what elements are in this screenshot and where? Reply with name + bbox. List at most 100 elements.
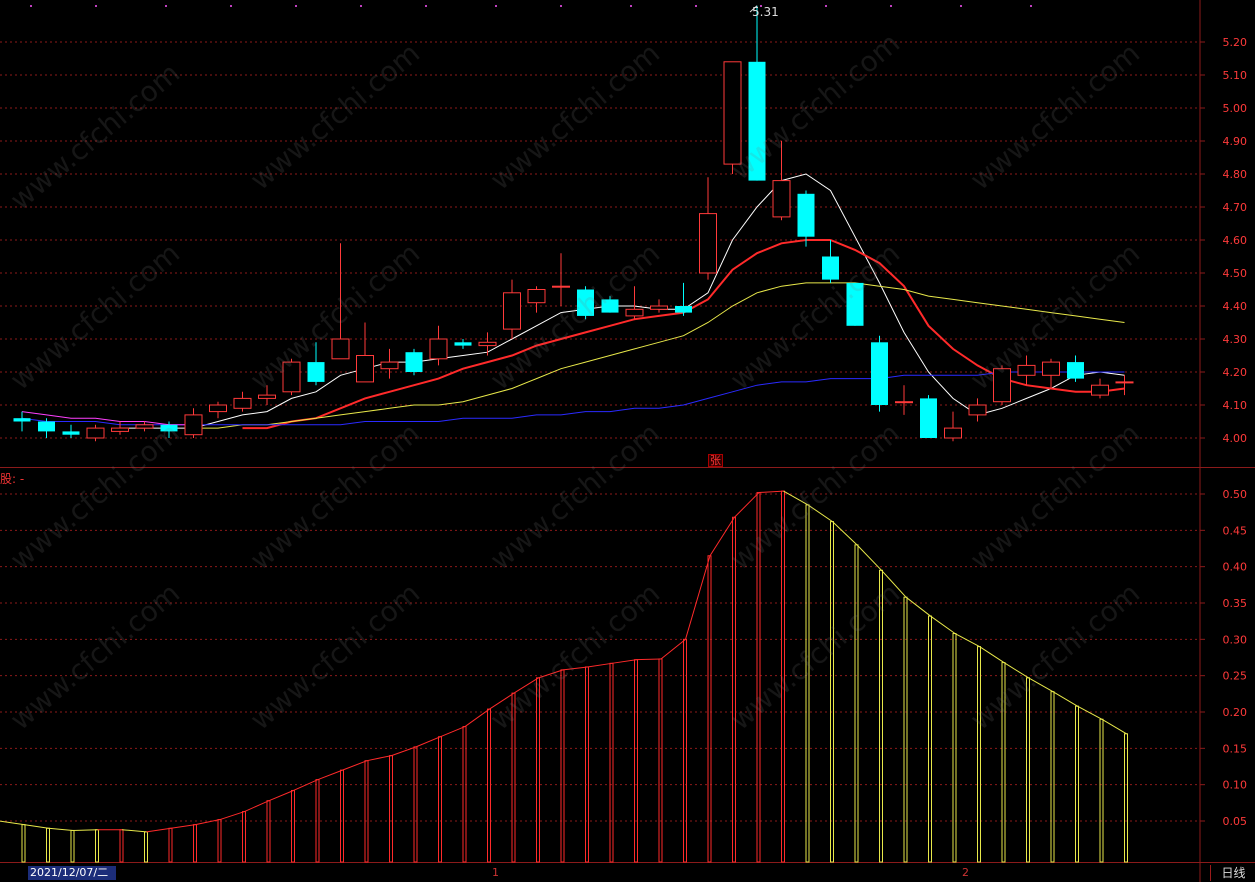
indicator-line-segment: [685, 555, 711, 640]
candle-body: [111, 427, 129, 432]
candle-body: [993, 368, 1011, 403]
candle-body: [62, 431, 80, 435]
top-marker: [695, 5, 697, 7]
indicator-bar: [462, 726, 467, 863]
top-marker: [495, 5, 497, 7]
indicator-line-segment: [832, 521, 858, 546]
indicator-bar: [634, 659, 638, 863]
price-tick-label: 4.40: [1223, 300, 1248, 313]
indicator-line-segment: [268, 790, 294, 802]
indicator-bar: [830, 521, 834, 863]
candle-body: [1042, 361, 1060, 376]
indicator-line-segment: [415, 736, 441, 748]
candle-body: [209, 404, 227, 413]
indicator-bar: [879, 569, 883, 863]
top-marker: [825, 5, 827, 7]
indicator-line-segment: [195, 819, 221, 826]
indicator-bar: [977, 646, 981, 863]
indicator-bar: [291, 789, 295, 863]
month-label-1: 1: [492, 866, 499, 879]
indicator-line-segment: [440, 726, 466, 738]
indicator-line-segment: [538, 669, 564, 679]
candle-body: [282, 361, 301, 393]
top-marker: [295, 5, 297, 7]
candle-body: [356, 355, 374, 383]
candle-body: [1091, 384, 1109, 396]
candle-body: [920, 398, 937, 438]
indicator-line-segment: [244, 800, 270, 813]
top-marker: [30, 5, 32, 7]
indicator-tick-label: 0.05: [1223, 815, 1248, 828]
candle-body: [307, 362, 325, 382]
indicator-line-segment: [979, 646, 1005, 664]
indicator-bar: [805, 504, 810, 863]
moving-average-line: [242, 239, 1125, 430]
indicator-line-segment: [23, 824, 49, 829]
indicator-bar: [315, 779, 320, 863]
indicator-line-segment: [489, 692, 515, 710]
stock-chart[interactable]: 5.20 5.10 5.00 4.90 4.80 4.70 4.60 4.50 4.40 4.30…: [0, 0, 1255, 882]
indicator-bar: [487, 708, 491, 863]
top-marker: [95, 5, 97, 7]
indicator-bar: [217, 819, 222, 863]
candle-body: [86, 427, 105, 439]
candle-body: [968, 404, 987, 416]
indicator-bar: [1124, 733, 1128, 863]
indicator-line-segment: [366, 755, 392, 762]
indicator-line-segment: [121, 829, 147, 833]
indicator-bar: [144, 831, 148, 863]
candle-body: [405, 352, 423, 372]
top-marker: [165, 5, 167, 7]
indicator-bar: [46, 827, 50, 863]
indicator-bar: [854, 544, 859, 863]
price-tick-label: 4.20: [1223, 366, 1248, 379]
indicator-bar: [413, 746, 418, 863]
top-marker: [360, 5, 362, 7]
candle-body: [895, 401, 913, 404]
candle-body: [552, 285, 570, 288]
candle-body: [871, 342, 888, 405]
indicator-bar: [193, 824, 197, 863]
indicator-bar: [732, 516, 736, 863]
indicator-line-segment: [1028, 677, 1054, 693]
top-marker: [960, 5, 962, 7]
candle-body: [331, 338, 350, 360]
indicator-line-segment: [1077, 705, 1103, 720]
top-marker: [230, 5, 232, 7]
candle-body: [577, 289, 594, 316]
candle-body: [723, 61, 742, 165]
period-tab[interactable]: 日线: [1210, 865, 1255, 881]
indicator-line-segment: [660, 638, 686, 660]
candle-body: [822, 256, 839, 280]
indicator-line-segment: [1101, 718, 1127, 735]
peak-price-label: 5.31: [752, 5, 779, 19]
price-tick-label: 4.60: [1223, 234, 1248, 247]
cursor-date-label[interactable]: 2021/12/07/二: [28, 866, 116, 880]
indicator-tick-label: 0.50: [1223, 488, 1248, 501]
indicator-bar: [1026, 677, 1030, 863]
candle-body: [233, 397, 252, 409]
month-label-2: 2: [962, 866, 969, 879]
indicator-tick-label: 0.35: [1223, 597, 1248, 610]
price-tick-label: 4.00: [1223, 432, 1248, 445]
indicator-line-segment: [954, 633, 980, 648]
indicator-line-segment: [758, 490, 784, 494]
candle-body: [454, 342, 472, 346]
indicator-bar: [560, 669, 565, 863]
candle-body: [380, 361, 399, 370]
indicator-bar: [364, 760, 369, 863]
candle-body: [1017, 364, 1036, 376]
indicator-line-segment: [587, 662, 613, 668]
indicator-bar: [536, 677, 540, 863]
candle-body: [772, 180, 791, 218]
indicator-line-segment: [170, 824, 196, 829]
indicator-tick-label: 0.30: [1223, 633, 1248, 646]
indicator-line-segment: [464, 708, 490, 727]
price-tick-label: 5.00: [1223, 102, 1248, 115]
candle-body: [258, 394, 276, 399]
indicator-line-segment: [636, 658, 662, 661]
candle-body: [478, 341, 497, 347]
candle-body: [135, 424, 154, 429]
price-tick-label: 4.30: [1223, 333, 1248, 346]
indicator-bar: [658, 658, 663, 863]
